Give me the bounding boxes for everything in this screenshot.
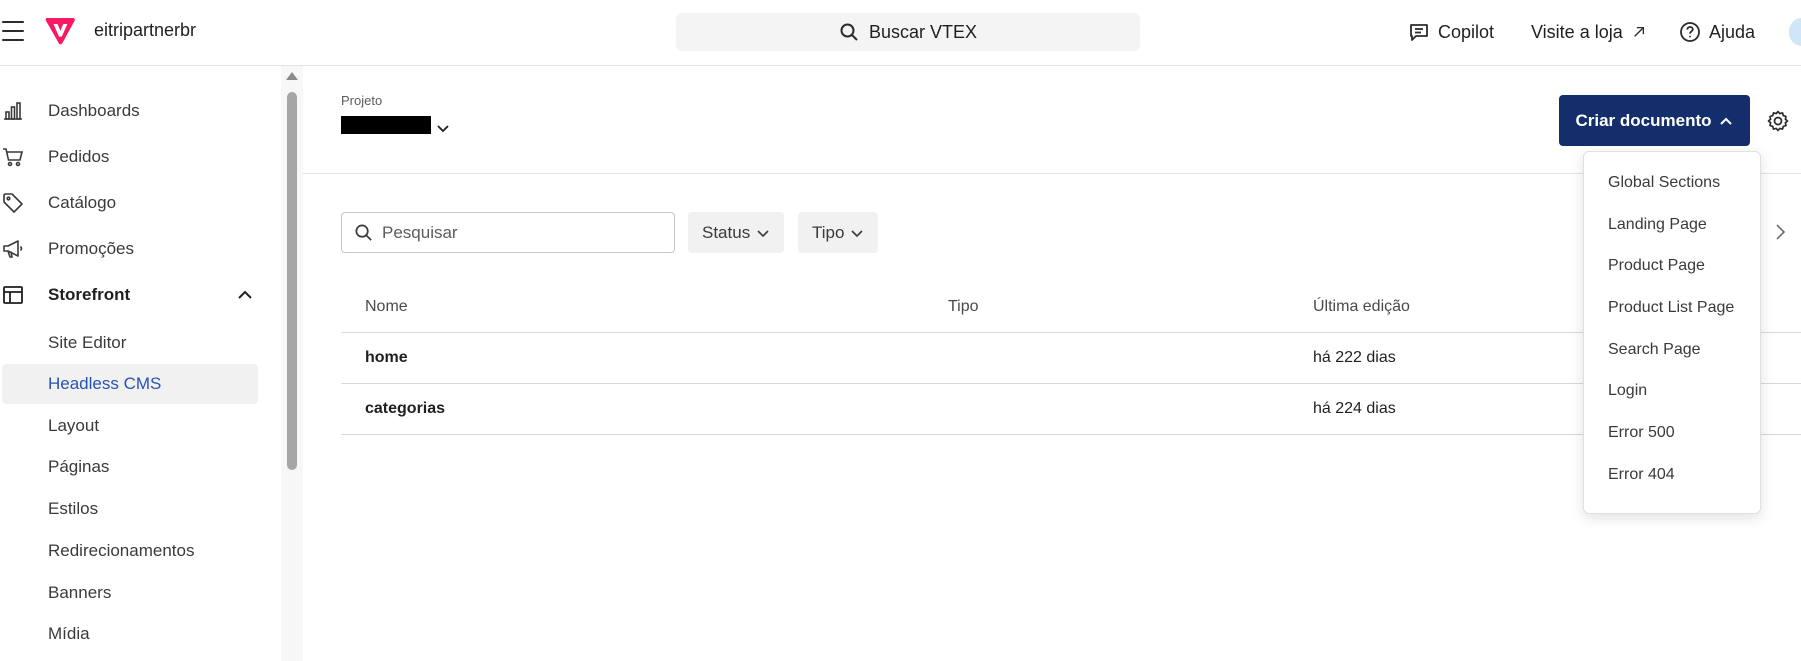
sidebar: Dashboards Pedidos Catálogo Promoções St…: [0, 66, 281, 661]
sidebar-subitem-paginas[interactable]: Páginas: [0, 447, 258, 487]
search-icon: [840, 23, 858, 41]
document-last-edit: há 224 dias: [1313, 400, 1396, 417]
create-document-label: Criar documento: [1575, 110, 1712, 130]
sidebar-subitem-banners[interactable]: Banners: [0, 573, 258, 613]
menu-item-landing-page[interactable]: Landing Page: [1608, 216, 1707, 234]
status-filter-dropdown[interactable]: Status: [688, 212, 785, 253]
menu-item-error-404[interactable]: Error 404: [1608, 466, 1675, 484]
sidebar-item-catalogo[interactable]: Catálogo: [0, 181, 281, 225]
chevron-down-icon: [757, 229, 769, 237]
help-label: Ajuda: [1709, 21, 1756, 42]
menu-item-search-page[interactable]: Search Page: [1608, 341, 1701, 359]
sidebar-subitem-label: Redirecionamentos: [48, 541, 195, 560]
cart-icon: [3, 148, 24, 167]
sidebar-item-label: Storefront: [48, 285, 131, 304]
column-header-name[interactable]: Nome: [365, 298, 408, 316]
sidebar-subitem-label: Banners: [48, 583, 112, 602]
sidebar-subitem-label: Layout: [48, 416, 100, 435]
project-label: Projeto: [341, 93, 383, 108]
external-arrow-icon: [1633, 26, 1644, 37]
chevron-up-icon[interactable]: [236, 286, 254, 304]
global-search-label: Buscar VTEX: [868, 21, 978, 42]
sidebar-item-label: Catálogo: [48, 193, 117, 212]
table-row[interactable]: home há 222 dias: [341, 333, 1801, 384]
type-filter-label: Tipo: [812, 222, 845, 242]
documents-table: Nome Tipo Última edição home há 222 dias…: [341, 282, 1801, 435]
sidebar-item-label: Dashboards: [48, 101, 140, 120]
search-icon: [355, 224, 372, 241]
bar-chart-icon: [4, 102, 22, 120]
chat-icon: [1410, 24, 1428, 41]
sidebar-scrollbar[interactable]: [281, 66, 303, 661]
document-name[interactable]: categorias: [365, 400, 445, 418]
sidebar-subitem-label: Headless CMS: [48, 374, 162, 393]
help-button[interactable]: Ajuda: [1679, 0, 1755, 64]
column-header-last-edit[interactable]: Última edição: [1313, 298, 1410, 316]
sidebar-subitem-headless-cms[interactable]: Headless CMS: [2, 364, 258, 404]
global-search-button[interactable]: Buscar VTEX: [676, 13, 1140, 51]
table-row[interactable]: categorias há 224 dias: [341, 384, 1801, 435]
hamburger-menu-icon[interactable]: [2, 21, 24, 41]
document-last-edit: há 222 dias: [1313, 349, 1396, 366]
scroll-up-arrow-icon[interactable]: [286, 72, 298, 80]
menu-item-global-sections[interactable]: Global Sections: [1608, 174, 1720, 192]
tag-icon: [3, 193, 23, 213]
megaphone-icon: [3, 240, 23, 258]
document-search-input[interactable]: [382, 222, 662, 243]
sidebar-subitem-estilos[interactable]: Estilos: [0, 489, 258, 529]
table-header: Nome Tipo Última edição: [341, 282, 1801, 333]
sidebar-subitem-redirecionamentos[interactable]: Redirecionamentos: [0, 531, 258, 571]
chevron-down-icon: [851, 229, 864, 237]
document-search-box[interactable]: [341, 212, 675, 253]
sidebar-item-storefront[interactable]: Storefront: [0, 273, 281, 317]
create-document-menu: Global Sections Landing Page Product Pag…: [1583, 151, 1761, 514]
header-divider: [303, 173, 1801, 174]
sidebar-item-pedidos[interactable]: Pedidos: [0, 135, 281, 179]
sidebar-subitem-label: Mídia: [48, 624, 90, 643]
menu-item-product-page[interactable]: Product Page: [1608, 257, 1705, 275]
user-avatar[interactable]: [1789, 18, 1801, 46]
sidebar-subitem-site-editor[interactable]: Site Editor: [0, 323, 258, 363]
document-name[interactable]: home: [365, 349, 408, 367]
gear-icon[interactable]: [1766, 109, 1790, 133]
column-header-type[interactable]: Tipo: [948, 298, 979, 316]
sidebar-item-promocoes[interactable]: Promoções: [0, 227, 281, 271]
sidebar-item-label: Promoções: [48, 239, 134, 258]
type-filter-dropdown[interactable]: Tipo: [798, 212, 879, 253]
sidebar-subitem-label: Estilos: [48, 499, 99, 518]
visit-store-label: Visite a loja: [1531, 21, 1623, 42]
scrollbar-thumb[interactable]: [287, 92, 297, 470]
main-content: Projeto Criar documento Status Tipo Nome…: [303, 66, 1801, 661]
copilot-label: Copilot: [1438, 21, 1495, 42]
menu-item-login[interactable]: Login: [1608, 382, 1647, 400]
sidebar-subitem-layout[interactable]: Layout: [0, 406, 258, 446]
sidebar-item-dashboards[interactable]: Dashboards: [0, 89, 281, 133]
status-filter-label: Status: [702, 222, 751, 242]
menu-item-product-list-page[interactable]: Product List Page: [1608, 299, 1734, 317]
layout-icon: [3, 286, 23, 304]
sidebar-subitem-label: Site Editor: [48, 333, 127, 352]
chevron-down-icon[interactable]: [435, 120, 451, 136]
project-selector-redacted[interactable]: [341, 116, 431, 134]
account-name[interactable]: eitripartnerbr: [94, 20, 196, 41]
copilot-button[interactable]: Copilot: [1408, 0, 1494, 64]
sidebar-subitem-midia[interactable]: Mídia: [0, 614, 258, 654]
top-bar: eitripartnerbr Buscar VTEX Copilot Visit…: [0, 0, 1801, 66]
chevron-right-icon[interactable]: [1769, 221, 1791, 243]
create-document-button[interactable]: Criar documento: [1559, 95, 1750, 146]
vtex-logo-icon[interactable]: [44, 16, 76, 46]
menu-item-error-500[interactable]: Error 500: [1608, 424, 1675, 442]
sidebar-subitem-label: Páginas: [48, 457, 110, 476]
chevron-up-icon: [1719, 117, 1732, 125]
help-circle-icon: [1680, 22, 1700, 42]
sidebar-item-label: Pedidos: [48, 147, 110, 166]
visit-store-link[interactable]: Visite a loja: [1531, 0, 1647, 64]
